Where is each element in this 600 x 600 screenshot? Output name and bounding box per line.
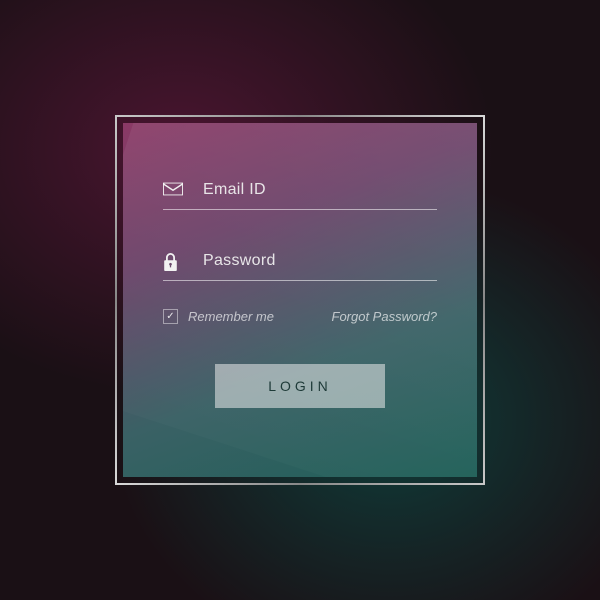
lock-icon — [163, 253, 185, 269]
login-card-inner: ✓ Remember me Forgot Password? LOGIN — [123, 123, 477, 477]
password-input[interactable] — [203, 252, 437, 270]
email-input[interactable] — [203, 181, 437, 199]
options-row: ✓ Remember me Forgot Password? — [163, 309, 437, 324]
forgot-password-link[interactable]: Forgot Password? — [332, 309, 438, 324]
email-field-row — [163, 173, 437, 210]
mail-icon — [163, 182, 185, 198]
password-field-row — [163, 244, 437, 281]
login-card: ✓ Remember me Forgot Password? LOGIN — [115, 115, 485, 485]
checkbox-icon: ✓ — [163, 309, 178, 324]
remember-label: Remember me — [188, 309, 274, 324]
login-button[interactable]: LOGIN — [215, 364, 385, 408]
remember-me-toggle[interactable]: ✓ Remember me — [163, 309, 274, 324]
